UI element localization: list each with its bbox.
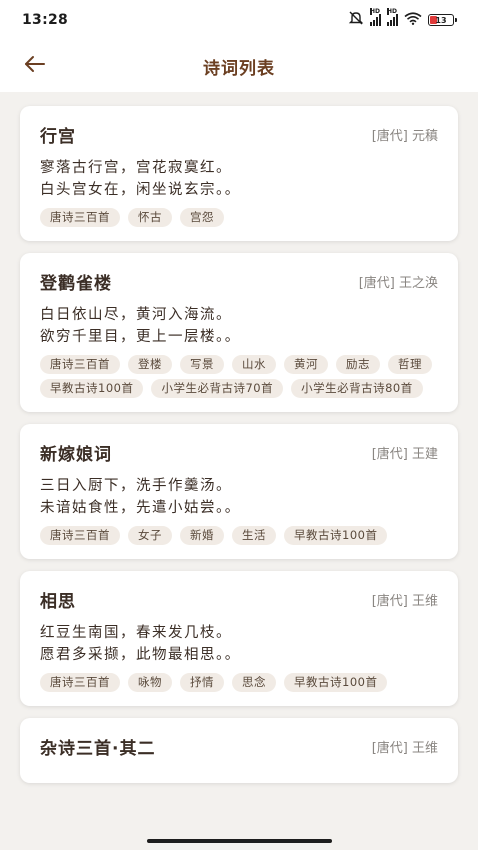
- poem-author: [唐代] 王之涣: [358, 276, 438, 291]
- poem-card[interactable]: 行宫 [唐代] 元稹 寥落古行宫，宫花寂寞红。 白头宫女在，闲坐说玄宗。。 唐诗…: [20, 106, 458, 241]
- wifi-icon: [404, 11, 422, 29]
- mute-icon: [348, 11, 364, 29]
- tag[interactable]: 小学生必背古诗70首: [151, 379, 284, 398]
- app-bar: 诗词列表: [0, 40, 478, 92]
- poem-title: 登鹳雀楼: [40, 274, 112, 294]
- status-bar: 13:28 HD HD 13: [0, 0, 478, 40]
- tag[interactable]: 唐诗三百首: [40, 673, 120, 692]
- tag[interactable]: 写景: [180, 355, 224, 374]
- poem-author: [唐代] 王维: [371, 741, 438, 756]
- page-title: 诗词列表: [203, 58, 275, 79]
- tag[interactable]: 早教古诗100首: [40, 379, 144, 398]
- poem-author: [唐代] 王建: [371, 447, 438, 462]
- tag[interactable]: 励志: [336, 355, 380, 374]
- status-icons: HD HD 13: [348, 8, 457, 29]
- tag[interactable]: 唐诗三百首: [40, 526, 120, 545]
- tag[interactable]: 怀古: [128, 208, 172, 227]
- poem-title: 新嫁娘词: [40, 445, 112, 465]
- poem-author: [唐代] 元稹: [371, 129, 438, 144]
- signal-icon: HD: [387, 8, 398, 26]
- tag-list: 唐诗三百首 怀古 宫怨: [40, 208, 438, 227]
- tag[interactable]: 抒情: [180, 673, 224, 692]
- tag[interactable]: 宫怨: [180, 208, 224, 227]
- poem-line: 愿君多采撷，此物最相思。。: [40, 647, 241, 663]
- tag[interactable]: 山水: [232, 355, 276, 374]
- tag[interactable]: 生活: [232, 526, 276, 545]
- tag[interactable]: 思念: [232, 673, 276, 692]
- poem-line: 寥落古行宫，宫花寂寞红。: [40, 160, 232, 176]
- home-indicator[interactable]: [147, 839, 332, 843]
- status-time: 13:28: [22, 12, 69, 28]
- tag[interactable]: 唐诗三百首: [40, 355, 120, 374]
- tag[interactable]: 早教古诗100首: [284, 673, 388, 692]
- poem-author: [唐代] 王维: [371, 594, 438, 609]
- poem-line: 未谙姑食性，先遣小姑尝。。: [40, 500, 241, 516]
- tag-list: 唐诗三百首 登楼 写景 山水 黄河 励志 哲理 早教古诗100首 小学生必背古诗…: [40, 355, 438, 398]
- poem-title: 杂诗三首·其二: [40, 739, 156, 759]
- poem-line: 白头宫女在，闲坐说玄宗。。: [40, 182, 241, 198]
- poem-line: 欲穷千里目，更上一层楼。。: [40, 329, 241, 345]
- signal-icon: HD: [370, 8, 381, 26]
- tag[interactable]: 女子: [128, 526, 172, 545]
- back-button[interactable]: [18, 50, 52, 82]
- poem-list[interactable]: 行宫 [唐代] 元稹 寥落古行宫，宫花寂寞红。 白头宫女在，闲坐说玄宗。。 唐诗…: [0, 92, 478, 834]
- tag[interactable]: 咏物: [128, 673, 172, 692]
- poem-card[interactable]: 杂诗三首·其二 [唐代] 王维: [20, 718, 458, 783]
- poem-title: 行宫: [40, 127, 76, 147]
- tag[interactable]: 唐诗三百首: [40, 208, 120, 227]
- battery-level: 13: [435, 15, 447, 25]
- battery-icon: 13: [428, 14, 457, 26]
- tag-list: 唐诗三百首 女子 新婚 生活 早教古诗100首: [40, 526, 438, 545]
- arrow-left-icon: [24, 55, 46, 77]
- poem-title: 相思: [40, 592, 76, 612]
- tag[interactable]: 登楼: [128, 355, 172, 374]
- tag[interactable]: 小学生必背古诗80首: [291, 379, 423, 398]
- tag-list: 唐诗三百首 咏物 抒情 思念 早教古诗100首: [40, 673, 438, 692]
- tag[interactable]: 早教古诗100首: [284, 526, 388, 545]
- poem-line: 三日入厨下，洗手作羹汤。: [40, 478, 232, 494]
- poem-line: 红豆生南国，春来发几枝。: [40, 625, 232, 641]
- tag[interactable]: 新婚: [180, 526, 224, 545]
- tag[interactable]: 黄河: [284, 355, 328, 374]
- tag[interactable]: 哲理: [388, 355, 432, 374]
- poem-card[interactable]: 相思 [唐代] 王维 红豆生南国，春来发几枝。 愿君多采撷，此物最相思。。 唐诗…: [20, 571, 458, 706]
- poem-card[interactable]: 新嫁娘词 [唐代] 王建 三日入厨下，洗手作羹汤。 未谙姑食性，先遣小姑尝。。 …: [20, 424, 458, 559]
- poem-card[interactable]: 登鹳雀楼 [唐代] 王之涣 白日依山尽，黄河入海流。 欲穷千里目，更上一层楼。。…: [20, 253, 458, 412]
- poem-line: 白日依山尽，黄河入海流。: [40, 307, 232, 323]
